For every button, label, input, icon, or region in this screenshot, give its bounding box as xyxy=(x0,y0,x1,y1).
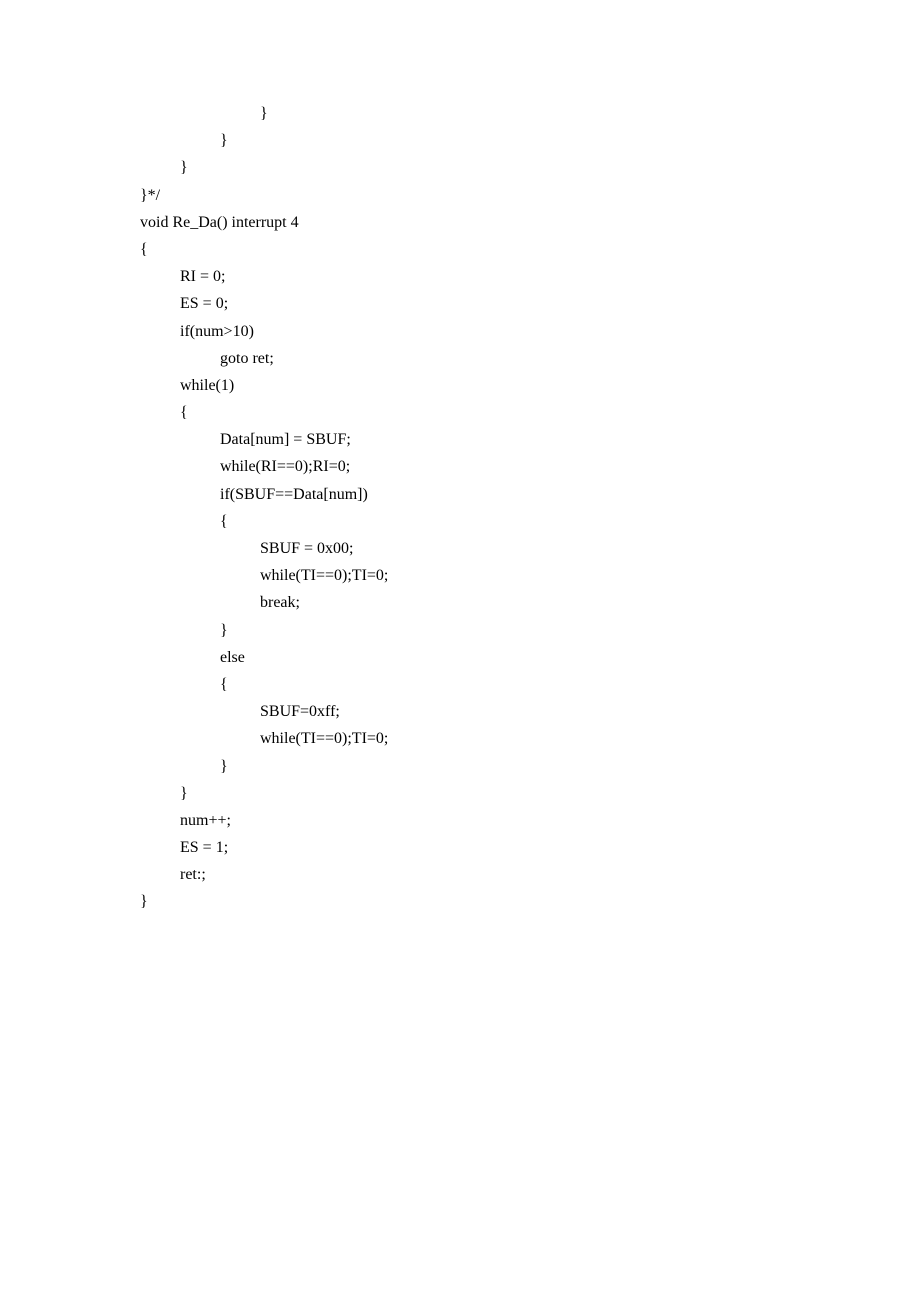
code-line: ret:; xyxy=(140,861,920,888)
code-line: } xyxy=(140,753,920,780)
code-line: while(RI==0);RI=0; xyxy=(140,453,920,480)
code-line: }*/ xyxy=(140,182,920,209)
code-line: if(num>10) xyxy=(140,318,920,345)
code-line: SBUF = 0x00; xyxy=(140,535,920,562)
code-line: } xyxy=(140,780,920,807)
code-line: SBUF=0xff; xyxy=(140,698,920,725)
code-line: while(TI==0);TI=0; xyxy=(140,725,920,752)
code-line: goto ret; xyxy=(140,345,920,372)
code-line: ES = 0; xyxy=(140,290,920,317)
code-line: RI = 0; xyxy=(140,263,920,290)
code-line: { xyxy=(140,399,920,426)
code-line: while(TI==0);TI=0; xyxy=(140,562,920,589)
code-line: { xyxy=(140,236,920,263)
code-line: } xyxy=(140,154,920,181)
code-line: break; xyxy=(140,589,920,616)
code-line: { xyxy=(140,671,920,698)
code-line: } xyxy=(140,127,920,154)
code-line: if(SBUF==Data[num]) xyxy=(140,481,920,508)
code-line: while(1) xyxy=(140,372,920,399)
code-line: } xyxy=(140,617,920,644)
code-line: } xyxy=(140,100,920,127)
code-line: } xyxy=(140,888,920,915)
code-line: Data[num] = SBUF; xyxy=(140,426,920,453)
code-line: ES = 1; xyxy=(140,834,920,861)
code-listing: }}}}*/void Re_Da() interrupt 4{RI = 0;ES… xyxy=(140,100,920,916)
code-line: num++; xyxy=(140,807,920,834)
code-line: { xyxy=(140,508,920,535)
code-line: void Re_Da() interrupt 4 xyxy=(140,209,920,236)
code-line: else xyxy=(140,644,920,671)
